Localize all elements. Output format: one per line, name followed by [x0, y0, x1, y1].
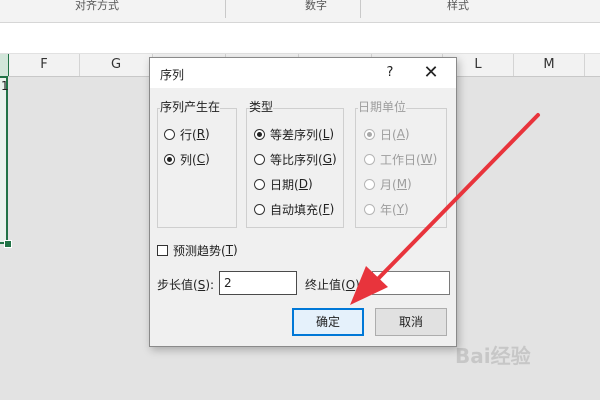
radio-autofill-icon[interactable] [254, 203, 265, 215]
column-header-g[interactable]: G [80, 54, 153, 76]
radio-date-key: D [298, 177, 308, 191]
radio-month-key: M [396, 177, 408, 191]
watermark: Bai经验 [455, 344, 531, 368]
paren: ) [205, 152, 210, 166]
ribbon: 对齐方式 数字 样式 [0, 0, 600, 23]
column-header-m[interactable]: M [514, 54, 585, 76]
paren: ) [432, 152, 438, 166]
radio-column-icon[interactable] [164, 153, 175, 165]
radio-growth-icon[interactable] [254, 153, 265, 165]
ok-button[interactable]: 确定 [292, 308, 364, 336]
paren: ) [307, 177, 313, 191]
grid-line [585, 77, 586, 400]
type-label: 类型 [249, 98, 274, 115]
radio-day-key: A [396, 127, 405, 141]
radio-day-label: 日( [380, 127, 397, 142]
grid-line [80, 77, 81, 400]
cancel-button[interactable]: 取消 [375, 308, 447, 336]
paren: ) [205, 127, 210, 141]
radio-month: 月(M) [364, 175, 412, 193]
trend-key: T [225, 243, 234, 257]
fill-handle[interactable] [4, 240, 12, 248]
radio-year-icon [364, 203, 375, 215]
paren: ) [233, 243, 238, 257]
radio-weekday-label: 工作日( [380, 152, 421, 167]
radio-column[interactable]: 列(C) [164, 150, 210, 168]
column-header-f[interactable]: F [9, 54, 80, 76]
paren: ) [404, 202, 409, 216]
ribbon-group-styles: 样式 [447, 0, 469, 12]
radio-day: 日(A) [364, 125, 410, 143]
step-value-label: 步长值(S): [157, 276, 214, 293]
stop-label-text: 终止值( [305, 278, 346, 292]
radio-column-key: C [196, 152, 206, 166]
column-header-selected[interactable] [0, 54, 9, 76]
radio-year-label: 年( [380, 202, 397, 217]
cell-value: 1 [1, 79, 9, 93]
date-unit-label: 日期单位 [358, 98, 407, 115]
radio-autofill-key: F [322, 202, 330, 216]
step-value-input[interactable]: 2 [219, 271, 297, 295]
radio-autofill[interactable]: 自动填充(F) [254, 200, 334, 218]
help-button[interactable]: ? [380, 62, 400, 84]
radio-row[interactable]: 行(R) [164, 125, 210, 143]
radio-growth[interactable]: 等比序列(G) [254, 150, 337, 168]
stop-value-input[interactable] [372, 271, 450, 295]
paren: ) [407, 177, 412, 191]
selected-range[interactable] [0, 76, 8, 244]
trend-label: 预测趋势( [173, 243, 226, 258]
radio-column-label: 列( [180, 152, 197, 167]
radio-month-label: 月( [380, 177, 397, 192]
radio-weekday: 工作日(W) [364, 150, 437, 168]
stop-value-label: 终止值(O): [305, 276, 364, 293]
radio-row-key: R [196, 127, 206, 141]
radio-date[interactable]: 日期(D) [254, 175, 313, 193]
paren: ) [404, 127, 410, 141]
dialog-title: 序列 [160, 68, 185, 82]
radio-growth-key: G [322, 152, 332, 166]
radio-day-icon [364, 128, 375, 140]
dialog-titlebar[interactable]: 序列 ? ✕ [150, 58, 456, 88]
radio-row-label: 行( [180, 127, 197, 142]
radio-year-key: Y [396, 202, 405, 216]
paren: ): [205, 278, 215, 292]
formula-area [0, 23, 600, 54]
radio-linear-key: L [322, 127, 330, 141]
trend-checkbox-row[interactable]: 预测趋势(T) [157, 241, 238, 259]
stop-label-key: O [345, 278, 356, 292]
radio-row-icon[interactable] [164, 128, 175, 140]
paren: ): [355, 278, 364, 292]
trend-checkbox[interactable] [157, 244, 168, 256]
radio-date-label: 日期( [270, 177, 299, 192]
radio-month-icon [364, 178, 375, 190]
radio-date-icon[interactable] [254, 178, 265, 190]
radio-linear-label: 等差序列( [270, 127, 323, 142]
radio-year: 年(Y) [364, 200, 409, 218]
radio-autofill-label: 自动填充( [270, 202, 323, 217]
ribbon-separator [225, 0, 226, 18]
radio-weekday-key: W [420, 152, 433, 166]
paren: ) [332, 152, 337, 166]
radio-linear[interactable]: 等差序列(L) [254, 125, 334, 143]
paren: ) [329, 202, 335, 216]
series-in-label: 序列产生在 [160, 98, 221, 115]
ribbon-separator [360, 0, 361, 18]
series-dialog: 序列 ? ✕ 序列产生在 行(R) 列(C) 类型 等差序列(L) 等比序列(G… [149, 57, 457, 347]
close-button[interactable]: ✕ [420, 62, 442, 84]
ribbon-group-number: 数字 [305, 0, 327, 12]
radio-linear-icon[interactable] [254, 128, 265, 140]
paren: ) [329, 127, 335, 141]
radio-weekday-icon [364, 153, 375, 165]
ribbon-group-alignment: 对齐方式 [75, 0, 119, 12]
grid-line [8, 77, 9, 400]
step-label-text: 步长值( [157, 278, 198, 292]
radio-growth-label: 等比序列( [270, 152, 323, 167]
